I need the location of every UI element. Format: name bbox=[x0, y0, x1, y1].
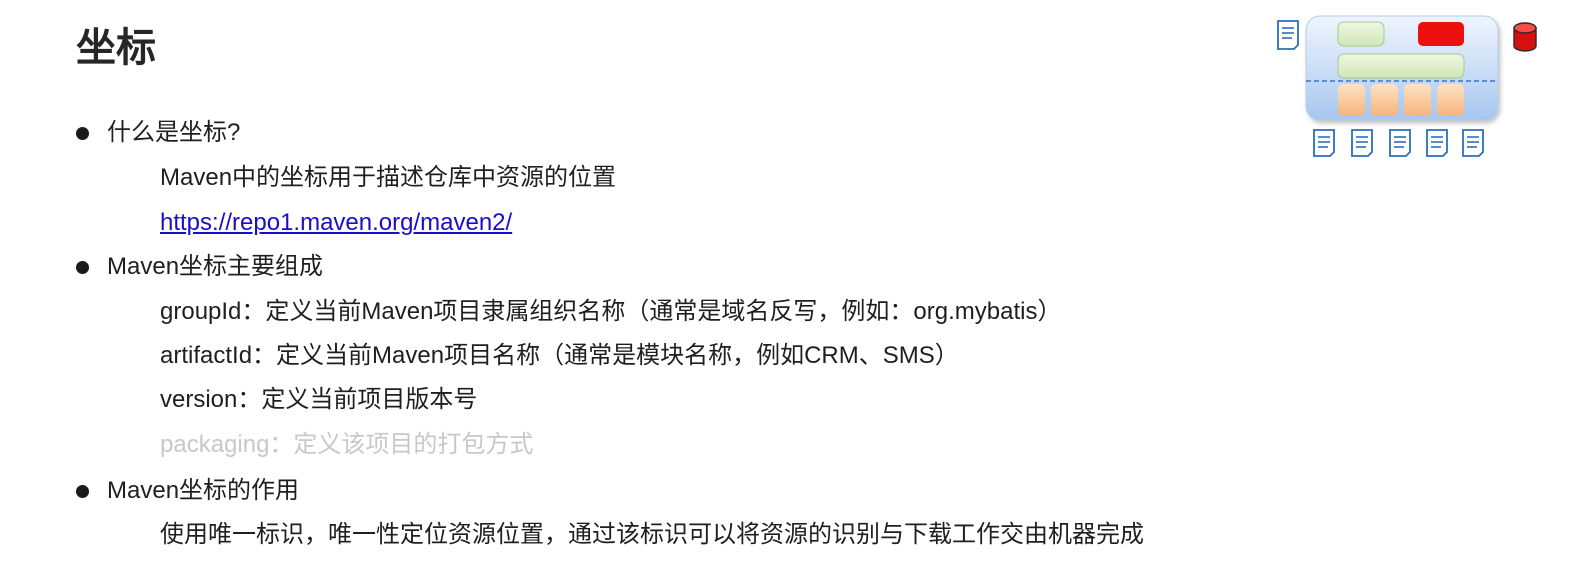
document-icon bbox=[1351, 129, 1373, 157]
document-icon bbox=[1389, 129, 1411, 157]
bullet-dot bbox=[76, 126, 89, 140]
purpose-description: 使用唯一标识，唯一性定位资源位置，通过该标识可以将资源的识别与下载工作交由机器完… bbox=[160, 521, 1144, 548]
bullet-coordinate-components: Maven坐标主要组成 bbox=[76, 252, 323, 282]
repository-panel-icon bbox=[1305, 15, 1499, 121]
bullet-coordinate-purpose: Maven坐标的作用 bbox=[76, 476, 299, 506]
page-title: 坐标 bbox=[76, 26, 156, 70]
packaging-description: packaging：定义该项目的打包方式 bbox=[160, 431, 534, 458]
groupid-description: groupId：定义当前Maven项目隶属组织名称（通常是域名反写，例如：org… bbox=[160, 298, 1062, 325]
document-icon bbox=[1462, 129, 1484, 157]
coordinate-description: Maven中的坐标用于描述仓库中资源的位置 bbox=[160, 164, 617, 191]
document-icon bbox=[1426, 129, 1448, 157]
bullet-heading: Maven坐标主要组成 bbox=[107, 253, 324, 280]
bullet-dot bbox=[76, 260, 89, 274]
bullet-dot bbox=[76, 484, 89, 498]
bullet-what-is-coordinate: 什么是坐标? bbox=[76, 118, 240, 148]
document-icon bbox=[1277, 20, 1299, 50]
repository-diagram bbox=[1277, 15, 1537, 157]
database-icon bbox=[1513, 22, 1537, 52]
version-description: version：定义当前项目版本号 bbox=[160, 386, 478, 413]
artifactid-description: artifactId：定义当前Maven项目名称（通常是模块名称，例如CRM、S… bbox=[160, 342, 959, 369]
bullet-heading: Maven坐标的作用 bbox=[107, 477, 300, 504]
document-icon bbox=[1313, 129, 1335, 157]
maven-repo-link[interactable]: https://repo1.maven.org/maven2/ bbox=[160, 209, 512, 236]
bullet-heading: 什么是坐标? bbox=[107, 119, 241, 146]
